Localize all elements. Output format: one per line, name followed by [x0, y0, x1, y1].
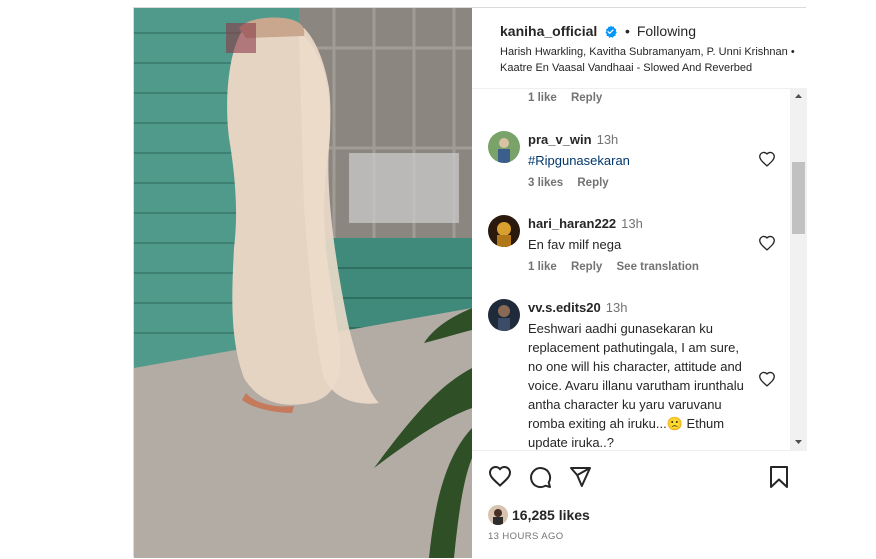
like-heart-icon[interactable] [488, 465, 512, 492]
comment-meta: 3 likes Reply [528, 177, 620, 189]
comment-reply-button[interactable]: Reply [577, 177, 608, 189]
post-photo[interactable] [134, 8, 472, 558]
comment-likes-link[interactable]: 1 like [528, 261, 557, 273]
share-icon[interactable] [568, 465, 592, 494]
bookmark-icon[interactable] [768, 465, 790, 494]
comment-time: 13h [605, 300, 628, 315]
post-header: kaniha_official • Following Harish Hwark… [472, 8, 807, 89]
comment-meta: 1 like Reply [528, 92, 613, 104]
commenter-avatar[interactable] [488, 131, 520, 163]
comment-reply-button[interactable]: Reply [571, 261, 602, 273]
separator-dot: • [625, 23, 630, 39]
commenter-name: hari_haran222 13h [528, 216, 643, 231]
comments-scrollbar[interactable] [790, 88, 807, 450]
post-username[interactable]: kaniha_official [500, 23, 597, 39]
comment-time: 13h [621, 216, 643, 231]
commenter-name: vv.s.edits20 13h [528, 300, 627, 315]
commenter-avatar[interactable] [488, 215, 520, 247]
heart-icon[interactable] [758, 151, 776, 172]
following-button[interactable]: Following [637, 23, 696, 39]
comment-username[interactable]: hari_haran222 [528, 216, 616, 231]
comment-reply-button[interactable]: Reply [571, 92, 602, 104]
post-actions: 16,285 likes 13 HOURS AGO [472, 450, 807, 559]
comment-text: Eeshwari aadhi gunasekaran ku replacemen… [528, 321, 744, 450]
heart-icon[interactable] [758, 371, 776, 392]
audio-track-link[interactable]: Harish Hwarkling, Kavitha Subramanyam, P… [500, 44, 800, 76]
commenter-avatar[interactable] [488, 299, 520, 331]
see-translation-link[interactable]: See translation [617, 261, 699, 273]
comment-time: 13h [596, 132, 619, 147]
comment-username[interactable]: pra_v_win [528, 132, 592, 147]
comment-likes-link[interactable]: 3 likes [528, 177, 563, 189]
post-timestamp[interactable]: 13 HOURS AGO [488, 531, 564, 542]
heart-icon[interactable] [758, 235, 776, 256]
comments-list: 1 like Reply pra_v_win 13h #Ripgunasekara… [472, 88, 792, 450]
comment-meta: 1 like Reply See translation [528, 261, 710, 273]
scroll-down-icon[interactable] [790, 433, 807, 450]
saree-photo-illustration [134, 8, 472, 558]
comment-username[interactable]: vv.s.edits20 [528, 300, 601, 315]
commenter-name: pra_v_win 13h [528, 132, 618, 147]
comment-text: En fav milf nega [528, 237, 622, 252]
liker-avatar[interactable] [488, 505, 508, 525]
comment-likes-link[interactable]: 1 like [528, 92, 557, 104]
post-side-panel: kaniha_official • Following Harish Hwark… [472, 8, 807, 558]
likes-count[interactable]: 16,285 likes [512, 507, 590, 523]
comment-icon[interactable] [528, 465, 552, 494]
scrollbar-thumb[interactable] [792, 162, 805, 234]
scroll-up-icon[interactable] [790, 88, 807, 105]
verified-badge-icon [604, 25, 617, 41]
username-line: kaniha_official • Following [500, 23, 696, 41]
instagram-post: kaniha_official • Following Harish Hwark… [133, 7, 807, 558]
comment-hashtag[interactable]: #Ripgunasekaran [528, 151, 728, 170]
